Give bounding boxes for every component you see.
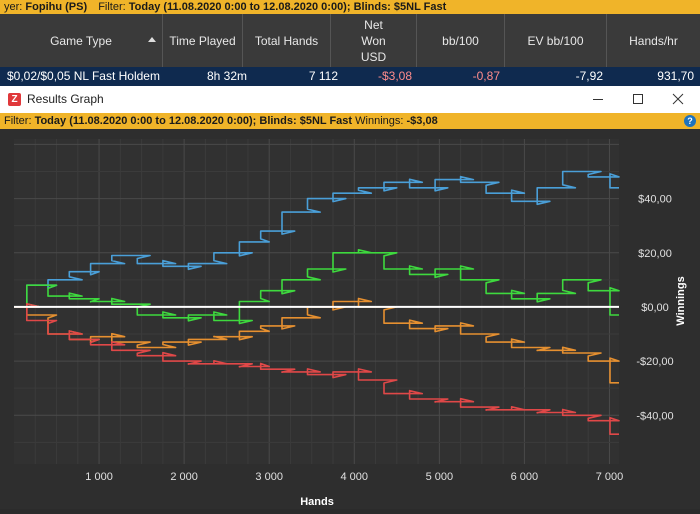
y-tick-label: -$40,00 bbox=[636, 410, 673, 422]
col-header-net-won-line1: Net bbox=[364, 17, 383, 32]
sort-ascending-icon bbox=[148, 37, 156, 42]
winnings-value: -$3,08 bbox=[406, 115, 438, 127]
x-axis-label: Hands bbox=[300, 496, 334, 508]
window-title: Results Graph bbox=[27, 92, 104, 106]
maximize-icon bbox=[633, 94, 643, 104]
x-tick-label: 5 000 bbox=[426, 471, 454, 483]
cell-time-played: 8h 32m bbox=[206, 69, 247, 83]
y-tick-label: -$20,00 bbox=[636, 356, 673, 368]
y-axis-label: Winnings bbox=[675, 276, 687, 325]
results-graph-titlebar[interactable]: Z Results Graph bbox=[0, 86, 700, 113]
x-tick-label: 3 000 bbox=[255, 471, 283, 483]
player-name: Fopihu (PS) bbox=[25, 1, 88, 13]
x-tick-label: 7 000 bbox=[596, 471, 624, 483]
minimize-button[interactable] bbox=[578, 86, 618, 113]
col-header-time-played[interactable]: Time Played bbox=[163, 14, 243, 67]
col-header-total-hands-label: Total Hands bbox=[254, 33, 319, 48]
x-tick-label: 4 000 bbox=[341, 471, 369, 483]
graph-filter-value: Today (11.08.2020 0:00 to 12.08.2020 0:0… bbox=[34, 115, 353, 127]
y-tick-label: $40,00 bbox=[638, 194, 672, 206]
winnings-label: Winnings: bbox=[355, 115, 404, 127]
col-header-time-played-label: Time Played bbox=[169, 33, 236, 48]
graph-filter-label: Filter: bbox=[4, 115, 32, 127]
top-filter-bar: yer: Fopihu (PS) Filter: Today (11.08.20… bbox=[0, 0, 700, 14]
x-tick-label: 1 000 bbox=[85, 471, 113, 483]
y-tick-label: $0,00 bbox=[641, 302, 669, 314]
col-header-bb100-label: bb/100 bbox=[442, 33, 479, 48]
stats-grid-header: Game Type Time Played Total Hands Net Wo… bbox=[0, 14, 700, 67]
cell-net-won: -$3,08 bbox=[377, 69, 412, 83]
x-tick-label: 2 000 bbox=[170, 471, 198, 483]
col-header-ev-bb100[interactable]: EV bb/100 bbox=[505, 14, 607, 67]
y-axis-ticks: $40,00 $20,00 $0,00 -$20,00 -$40,00 bbox=[636, 194, 673, 423]
results-graph: 1 000 2 000 3 000 4 000 5 000 6 000 7 000 $40,… bbox=[0, 129, 700, 509]
col-header-game-type-label: Game Type bbox=[50, 33, 112, 48]
app-logo-icon: Z bbox=[8, 93, 21, 106]
minimize-icon bbox=[593, 99, 603, 100]
col-header-game-type[interactable]: Game Type bbox=[0, 14, 163, 67]
maximize-button[interactable] bbox=[618, 86, 658, 113]
col-header-hands-hr[interactable]: Hands/hr bbox=[607, 14, 700, 67]
graph-filter-bar: Filter: Today (11.08.2020 0:00 to 12.08.… bbox=[0, 113, 700, 129]
col-header-total-hands[interactable]: Total Hands bbox=[243, 14, 331, 67]
filter-value: Today (11.08.2020 0:00 to 12.08.2020 0:0… bbox=[128, 1, 447, 13]
col-header-net-won-line2: Won bbox=[361, 33, 386, 48]
cell-game-type: $0,02/$0,05 NL Fast Holdem bbox=[7, 69, 160, 83]
col-header-hands-hr-label: Hands/hr bbox=[629, 33, 678, 48]
col-header-net-won[interactable]: Net Won USD bbox=[331, 14, 417, 67]
close-button[interactable] bbox=[658, 86, 698, 113]
results-chart-svg: 1 000 2 000 3 000 4 000 5 000 6 000 7 000 $40,… bbox=[14, 139, 687, 508]
filter-label: Filter: bbox=[98, 1, 126, 13]
cell-hands-hr: 931,70 bbox=[657, 69, 694, 83]
close-icon bbox=[672, 93, 684, 105]
col-header-bb100[interactable]: bb/100 bbox=[417, 14, 505, 67]
cell-bb100: -0,87 bbox=[472, 69, 500, 83]
cell-total-hands: 7 112 bbox=[308, 69, 338, 83]
y-tick-label: $20,00 bbox=[638, 248, 672, 260]
table-row[interactable]: $0,02/$0,05 NL Fast Holdem 8h 32m 7 112 … bbox=[0, 67, 700, 86]
help-icon[interactable]: ? bbox=[684, 115, 696, 127]
cell-ev-bb100: -7,92 bbox=[575, 69, 603, 83]
x-axis-ticks: 1 000 2 000 3 000 4 000 5 000 6 000 7 000 bbox=[85, 471, 623, 483]
player-prefix: yer: bbox=[4, 1, 23, 13]
x-tick-label: 6 000 bbox=[511, 471, 539, 483]
col-header-net-won-line3: USD bbox=[360, 49, 387, 64]
col-header-ev-bb100-label: EV bb/100 bbox=[527, 33, 584, 48]
